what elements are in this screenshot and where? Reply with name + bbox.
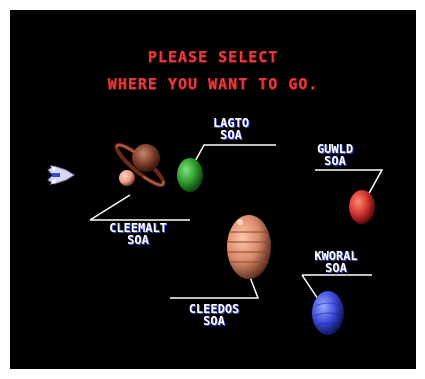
cleemalt-planet[interactable] (113, 140, 168, 189)
lagto-leader-line (191, 144, 276, 168)
lagto-suffix: SOA (220, 128, 242, 142)
kworal-label[interactable]: KWORAL SOA (300, 250, 372, 274)
ship-cursor-icon (47, 165, 75, 185)
cleedos-suffix: SOA (203, 314, 225, 328)
cleemalt-suffix: SOA (127, 233, 149, 247)
kworal-suffix: SOA (325, 261, 347, 275)
guwld-leader-line (315, 169, 384, 196)
lagto-label[interactable]: LAGTO SOA (208, 117, 254, 141)
guwld-suffix: SOA (324, 154, 346, 168)
cleedos-label[interactable]: CLEEDOS SOA (168, 303, 260, 327)
guwld-label[interactable]: GUWLD SOA (312, 143, 358, 167)
lagto-planet[interactable] (177, 158, 203, 192)
cleedos-planet[interactable] (227, 215, 271, 279)
cleemalt-label[interactable]: CLEEMALT SOA (88, 222, 188, 246)
game-screen: PLEASE SELECT WHERE YOU WANT TO GO. LAGT… (10, 10, 416, 369)
guwld-planet[interactable] (349, 190, 375, 224)
cleemalt-leader-line (89, 194, 131, 221)
kworal-planet[interactable] (312, 291, 344, 335)
